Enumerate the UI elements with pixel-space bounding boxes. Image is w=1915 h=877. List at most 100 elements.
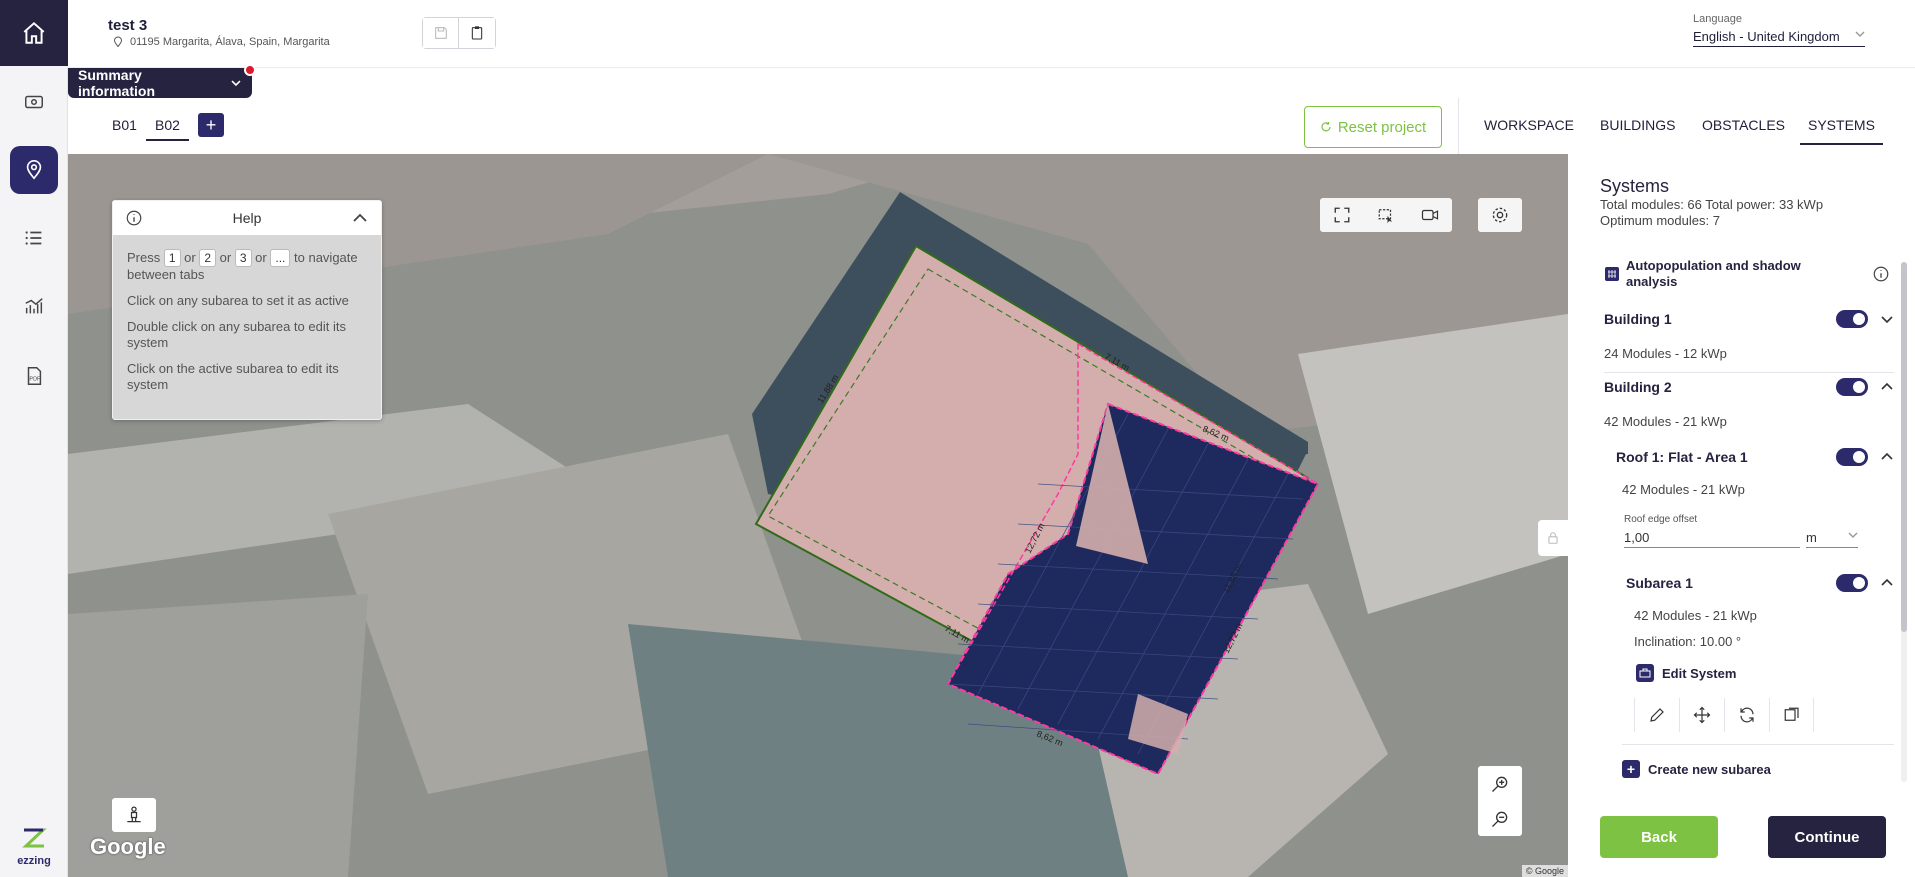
ezzing-logo-icon	[22, 828, 47, 848]
help-body: Press 1 or 2 or 3 or ... to navigate bet…	[113, 235, 381, 417]
fullscreen-button[interactable]	[1320, 198, 1364, 232]
address-text: 01195 Margarita, Álava, Spain, Margarita	[130, 36, 330, 48]
back-button[interactable]: Back	[1600, 816, 1718, 858]
subarea-toggle[interactable]	[1836, 574, 1868, 592]
camera-view-button[interactable]	[1408, 198, 1452, 232]
building-2-row[interactable]: Building 2	[1604, 378, 1894, 396]
map-settings-button[interactable]	[1478, 198, 1522, 232]
money-icon	[25, 95, 43, 109]
building-2-meta: 42 Modules - 21 kWp	[1604, 414, 1727, 429]
autopopulation-row[interactable]: Autopopulation and shadow analysis	[1604, 258, 1890, 290]
subarea-row[interactable]: Subarea 1	[1626, 574, 1894, 592]
key-more: ...	[270, 249, 291, 267]
camera-icon	[1421, 209, 1439, 221]
tab-separator	[1458, 98, 1459, 154]
map-copyright[interactable]: © Google	[1521, 865, 1568, 877]
brand-name: ezzing	[17, 855, 51, 867]
clipboard-button[interactable]	[459, 18, 495, 48]
roof-edge-offset-label: Roof edge offset	[1624, 514, 1698, 525]
create-subarea-label: Create new subarea	[1648, 761, 1771, 777]
help-tip-edit: Double click on any subarea to edit its …	[127, 319, 346, 350]
gear-icon	[1492, 207, 1508, 223]
sidebar-item-list[interactable]	[10, 214, 58, 262]
svg-text:PDF: PDF	[29, 377, 41, 383]
duplicate-button[interactable]	[1769, 698, 1814, 732]
refresh-icon	[1321, 122, 1331, 132]
building-1-row[interactable]: Building 1	[1604, 310, 1894, 328]
edit-system-label: Edit System	[1662, 665, 1737, 681]
info-icon[interactable]	[1872, 265, 1890, 283]
rotate-button[interactable]	[1724, 698, 1769, 732]
sidebar-item-chart[interactable]	[10, 282, 58, 330]
help-panel: Help Press 1 or 2 or 3 or ... to navigat…	[112, 200, 382, 420]
autopopulation-label: Autopopulation and shadow analysis	[1626, 258, 1801, 289]
save-icon	[434, 27, 447, 39]
rotate-icon	[1740, 707, 1754, 723]
tab-buildings[interactable]: BUILDINGS	[1600, 117, 1675, 133]
pencil-icon	[1650, 708, 1664, 722]
location-pin-icon	[26, 160, 42, 180]
move-button[interactable]	[1679, 698, 1724, 732]
building-1-toggle[interactable]	[1836, 310, 1868, 328]
roof-meta: 42 Modules - 21 kWp	[1622, 482, 1745, 497]
add-building-button[interactable]: +	[198, 113, 224, 137]
street-view-button[interactable]	[112, 798, 156, 832]
reset-project-button[interactable]: Reset project	[1304, 106, 1442, 148]
language-select[interactable]: English - United Kingdom	[1693, 29, 1865, 47]
subarea-meta: 42 Modules - 21 kWp	[1634, 608, 1757, 623]
edit-system-button[interactable]: Edit System	[1636, 664, 1736, 682]
sidebar-item-pdf[interactable]: PDF	[10, 352, 58, 400]
home-button[interactable]	[0, 0, 68, 66]
list-icon	[25, 231, 42, 245]
zoom-out-icon[interactable]	[1490, 809, 1510, 829]
tab-building-b01[interactable]: B01	[112, 117, 137, 133]
tab-workspace[interactable]: WORKSPACE	[1484, 117, 1574, 133]
tab-obstacles[interactable]: OBSTACLES	[1702, 117, 1785, 133]
reset-project-label: Reset project	[1337, 118, 1427, 136]
tab-systems[interactable]: SYSTEMS	[1800, 117, 1883, 145]
pdf-icon: PDF	[27, 367, 42, 385]
plus-icon: +	[205, 114, 217, 135]
tab-bar: B01 B02 + Reset project WORKSPACE BUILDI…	[68, 98, 1915, 154]
sidebar-item-money[interactable]	[10, 78, 58, 126]
tab-building-b02[interactable]: B02	[146, 117, 189, 141]
clipboard-icon	[471, 26, 483, 40]
notification-dot	[244, 64, 256, 76]
systems-optimum: Optimum modules: 7	[1600, 213, 1720, 228]
edit-draw-button[interactable]	[1634, 698, 1679, 732]
chevron-down-icon[interactable]	[1880, 312, 1894, 326]
summary-information-button[interactable]: Summary information	[68, 67, 252, 99]
satellite-map[interactable]: 7,11 m 8,62 m 12,72 m 11,88 m 7,11 m 8,6…	[68, 154, 1568, 877]
chevron-up-icon[interactable]	[351, 209, 369, 227]
brand-logo: ezzing	[0, 826, 68, 867]
fullscreen-icon	[1334, 207, 1350, 223]
building-2-toggle[interactable]	[1836, 378, 1868, 396]
zoom-in-icon[interactable]	[1490, 774, 1510, 794]
continue-button[interactable]: Continue	[1768, 816, 1886, 858]
chevron-up-icon[interactable]	[1880, 450, 1894, 464]
roof-edge-offset-unit-select[interactable]: m	[1806, 530, 1858, 548]
google-logo: Google	[90, 834, 166, 859]
create-subarea-button[interactable]: + Create new subarea	[1622, 760, 1771, 778]
save-button[interactable]	[423, 18, 459, 48]
help-header[interactable]: Help	[113, 201, 381, 235]
select-area-button[interactable]	[1364, 198, 1408, 232]
roof-edge-offset-input[interactable]: 1,00	[1624, 530, 1800, 548]
subarea-name: Subarea 1	[1626, 575, 1693, 591]
panel-scrollbar-thumb[interactable]	[1901, 262, 1907, 632]
solar-panel-icon	[1636, 664, 1654, 682]
building-2-name: Building 2	[1604, 379, 1672, 395]
sidebar-item-location[interactable]	[10, 146, 58, 194]
help-tip-active-edit: Click on the active subarea to edit its …	[127, 361, 339, 392]
chevron-up-icon[interactable]	[1880, 380, 1894, 394]
panel-lock-button[interactable]	[1538, 520, 1568, 556]
systems-title: Systems	[1600, 176, 1670, 196]
chevron-up-icon[interactable]	[1880, 576, 1894, 590]
street-view-icon	[127, 806, 141, 823]
grid-icon	[1605, 267, 1619, 281]
chevron-down-icon	[1855, 31, 1865, 37]
roof-toggle[interactable]	[1836, 448, 1868, 466]
roof-row[interactable]: Roof 1: Flat - Area 1	[1616, 448, 1894, 466]
project-address: 01195 Margarita, Álava, Spain, Margarita	[112, 36, 330, 48]
language-value: English - United Kingdom	[1693, 29, 1840, 44]
